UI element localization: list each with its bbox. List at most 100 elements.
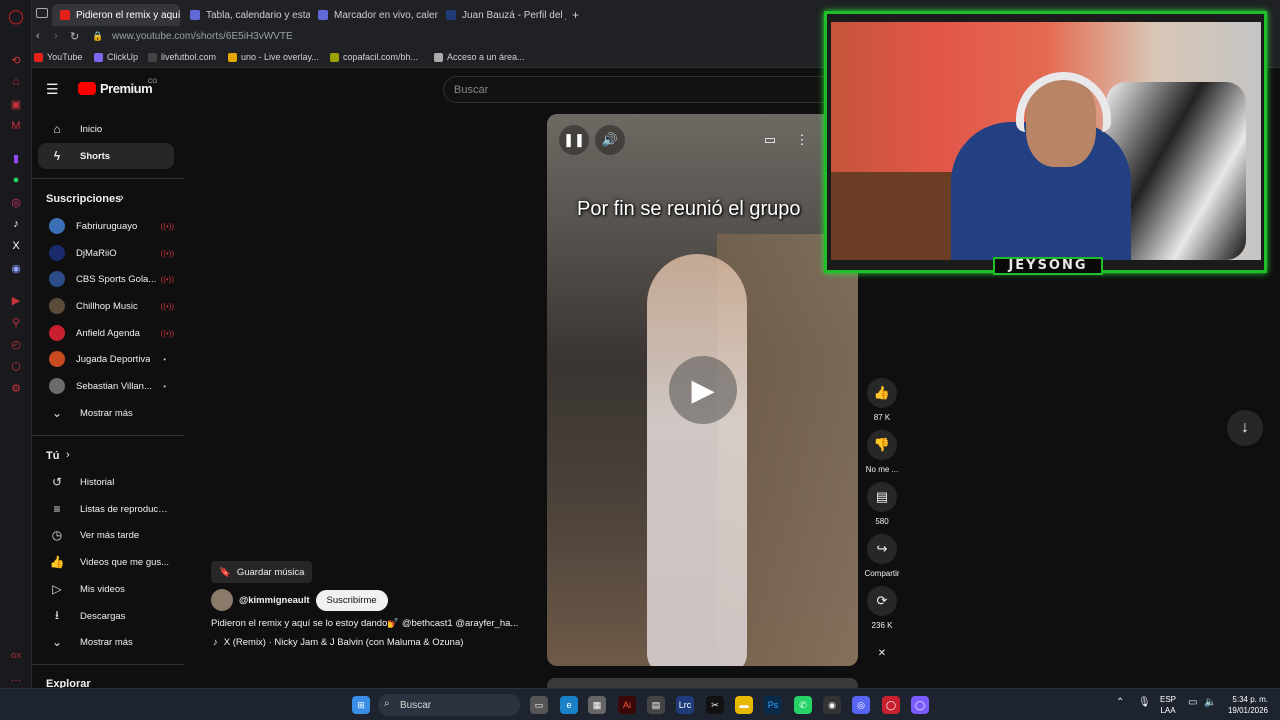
settings-icon[interactable]: ⚙ (8, 380, 24, 396)
illustrator-icon[interactable]: Ai (618, 696, 636, 714)
song-link[interactable]: ♪ X (Remix) · Nicky Jam & J Balvin (con M… (213, 637, 463, 648)
lrc-icon[interactable]: Lrc (676, 696, 694, 714)
subscription-item[interactable]: DjMaRiiO ((•)) (38, 240, 174, 266)
gx-icon[interactable]: GX (8, 648, 24, 664)
volume-icon[interactable]: 🔈 (1204, 697, 1216, 708)
bag-icon[interactable]: ⌂ (8, 74, 24, 90)
store-icon[interactable]: ▦ (588, 696, 606, 714)
subscription-item[interactable]: Jugada Deportiva • (38, 346, 174, 372)
obs-icon[interactable]: ◉ (823, 696, 841, 714)
bookmark-acceso[interactable]: Acceso a un área... (434, 52, 525, 62)
taskbar-search[interactable]: ⌕ Buscar (378, 694, 520, 716)
opera-logo-icon[interactable]: ◯ (8, 8, 24, 24)
pause-icon[interactable]: ❚❚ (559, 125, 589, 155)
search-input[interactable]: Buscar (443, 76, 831, 103)
extension-icon[interactable]: ⬡ (8, 358, 24, 374)
sidebar-item-home[interactable]: ⌂ Inicio (38, 116, 174, 142)
subscription-item[interactable]: Sebastian Villan... • (38, 373, 174, 399)
channel-handle[interactable]: @kimmigneault (239, 595, 310, 606)
share-button[interactable]: ↪ Compartir (864, 534, 900, 578)
captions-icon[interactable]: ▭ (755, 125, 785, 155)
bookmark-youtube[interactable]: YouTube (34, 52, 82, 62)
photoshop-icon[interactable]: Ps (764, 696, 782, 714)
discord-icon[interactable]: ◎ (852, 696, 870, 714)
windows-start-icon[interactable]: ⊞ (352, 696, 370, 714)
sidebar-item-history[interactable]: ↺ Historial (38, 469, 174, 495)
bookmark-copafacil[interactable]: copafacil.com/bh... (330, 52, 418, 62)
subscription-item[interactable]: Anfield Agenda ((•)) (38, 320, 174, 346)
player-icon[interactable]: ▶ (8, 292, 24, 308)
sidebar-item-watch-later[interactable]: ◷ Ver más tarde (38, 522, 174, 548)
back-icon[interactable]: ‹ (36, 30, 40, 42)
show-more-you[interactable]: ⌄ Mostrar más (38, 629, 174, 655)
subscription-item[interactable]: CBS Sports Gola... ((•)) (38, 266, 174, 292)
aria-icon[interactable]: ⟲ (8, 52, 24, 68)
opera-icon[interactable]: ◯ (911, 696, 929, 714)
discord-icon[interactable]: ◉ (8, 260, 24, 276)
sidebar-item-downloads[interactable]: ⭳ Descargas (38, 603, 174, 629)
bookmark-clickup[interactable]: ClickUp (94, 52, 138, 62)
next-short-button[interactable]: ↓ (1227, 410, 1263, 446)
x-icon[interactable]: X (8, 238, 24, 254)
avatar[interactable] (211, 589, 233, 611)
chevron-up-icon[interactable]: ⌃ (1116, 697, 1124, 708)
whatsapp-icon[interactable]: ● (8, 172, 24, 188)
tab-tabla[interactable]: Tabla, calendario y estadí (182, 4, 310, 26)
tiktok-icon[interactable]: ♪ (8, 216, 24, 232)
hamburger-menu-icon[interactable]: ☰ (46, 81, 59, 98)
comments-button[interactable]: ▤ 580 (864, 482, 900, 526)
forward-icon[interactable]: › (54, 30, 58, 42)
history-icon[interactable]: ◴ (8, 336, 24, 352)
like-button[interactable]: 👍 87 K (864, 378, 900, 422)
url-field[interactable]: www.youtube.com/shorts/6E5iH3vWVTE (112, 31, 293, 42)
tab-juan-bauza[interactable]: Juan Bauzá - Perfil del jug (438, 4, 566, 26)
sidebar-item-liked[interactable]: 👍 Videos que me gus... (38, 549, 174, 575)
subscribe-button[interactable]: Suscribirme (315, 589, 388, 611)
reload-icon[interactable]: ↻ (70, 30, 79, 43)
m-icon[interactable]: M (8, 118, 24, 134)
whatsapp-icon[interactable]: ✆ (794, 696, 812, 714)
sidebar-item-shorts[interactable]: ϟ Shorts (38, 143, 174, 169)
language-indicator[interactable]: ESP LAA (1160, 694, 1176, 716)
bookmark-uno[interactable]: uno - Live overlay... (228, 52, 319, 62)
short-video-player[interactable]: ❚❚ 🔊 ▭ ⋮ Por fin se reunió el grupo ▶ (547, 114, 858, 666)
more-icon[interactable]: … (8, 670, 24, 686)
pin-icon[interactable]: ⚲ (8, 314, 24, 330)
video-description[interactable]: Pidieron el remix y aquí se lo estoy dan… (211, 618, 518, 629)
subscription-item[interactable]: Chillhop Music ((•)) (38, 293, 174, 319)
task-view-icon[interactable]: ▭ (530, 696, 548, 714)
opera-gx-icon[interactable]: ◯ (882, 696, 900, 714)
gamer-icon[interactable]: ▣ (8, 96, 24, 112)
save-music-button[interactable]: 🔖 Guardar música (211, 561, 313, 583)
edge-icon[interactable]: e (560, 696, 578, 714)
tab-youtube[interactable]: Pidieron el remix y aquí (52, 4, 180, 26)
capcut-icon[interactable]: ✂ (706, 696, 724, 714)
instagram-icon[interactable]: ◎ (8, 194, 24, 210)
chevron-right-icon[interactable]: › (120, 192, 124, 204)
clock[interactable]: 5:34 p. m. 19/01/2026 (1228, 694, 1268, 716)
twitch-icon[interactable]: ▮ (8, 150, 24, 166)
network-icon[interactable]: ▭ (1188, 697, 1197, 708)
logo-text[interactable]: Premium (100, 81, 153, 96)
folder-icon[interactable]: ▬ (735, 696, 753, 714)
audio-source-icon[interactable]: ✕ (864, 648, 900, 659)
play-icon[interactable]: ▶ (669, 356, 737, 424)
show-more-subscriptions[interactable]: ⌄ Mostrar más (38, 400, 174, 426)
tab-menu-icon[interactable] (36, 8, 48, 18)
volume-icon[interactable]: 🔊 (595, 125, 625, 155)
next-short-preview[interactable] (547, 678, 858, 688)
youtube-logo-icon[interactable] (78, 82, 96, 95)
chevron-right-icon[interactable]: › (66, 449, 70, 461)
sidebar-item-playlists[interactable]: ≡ Listas de reproducc... (38, 496, 174, 522)
bookmark-livefutbol[interactable]: livefutbol.com (148, 52, 216, 62)
sidebar-item-my-videos[interactable]: ▷ Mis videos (38, 576, 174, 602)
subscriptions-title[interactable]: Suscripciones (46, 193, 121, 205)
app-icon[interactable]: ▤ (647, 696, 665, 714)
subscription-item[interactable]: Fabriuruguayo ((•)) (38, 213, 174, 239)
tab-marcador[interactable]: Marcador en vivo, calenda (310, 4, 438, 26)
you-title[interactable]: Tú (46, 450, 59, 462)
dislike-button[interactable]: 👎 No me ... (864, 430, 900, 474)
mic-icon[interactable]: 🎙 (1138, 697, 1151, 708)
more-options-icon[interactable]: ⋮ (787, 125, 817, 155)
new-tab-button[interactable]: + (564, 4, 584, 26)
